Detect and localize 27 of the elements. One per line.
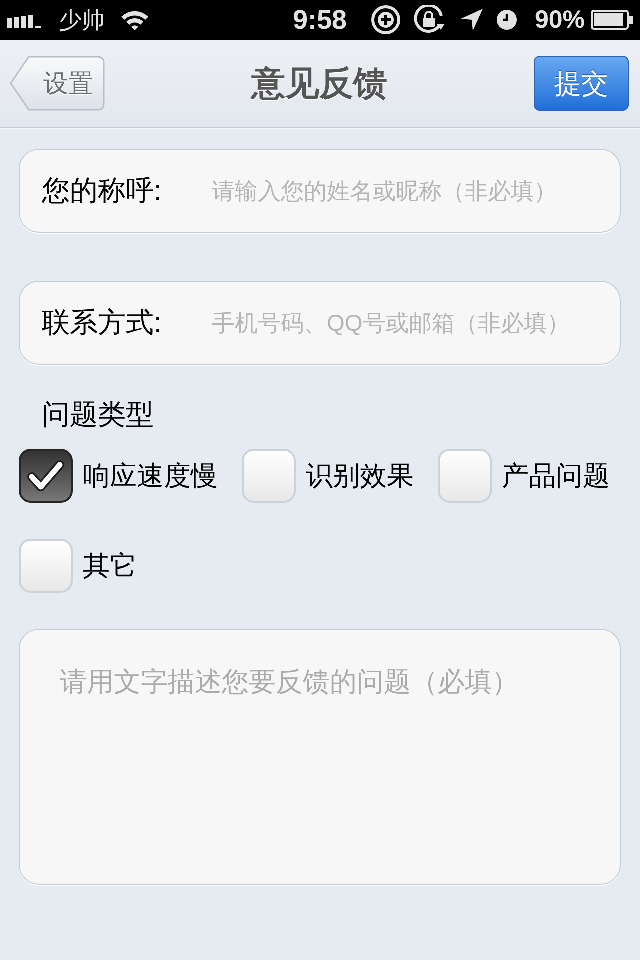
signal-icon (7, 12, 44, 28)
text-field[interactable]: 您的称呼: 请输入您的姓名或昵称（非必填） (19, 149, 621, 233)
submit-button[interactable]: 提交 (534, 56, 629, 111)
carrier-name: 少帅 (59, 6, 105, 34)
option-label: 其它 (83, 550, 137, 583)
checkbox[interactable] (19, 449, 73, 503)
option-label: 识别效果 (306, 460, 414, 493)
option-label: 响应速度慢 (83, 460, 218, 493)
text-field[interactable]: 联系方式: 手机号码、QQ号或邮箱（非必填） (19, 281, 621, 365)
text-input[interactable]: 请输入您的姓名或昵称（非必填） (212, 171, 604, 211)
field-label: 联系方式: (42, 306, 162, 340)
text-input[interactable]: 手机号码、QQ号或邮箱（非必填） (212, 303, 604, 343)
clock-icon (496, 10, 517, 30)
wifi-icon (120, 9, 150, 31)
rotation-lock-icon (414, 5, 446, 35)
description-field[interactable]: 请用文字描述您要反馈的问题（必填） (19, 629, 621, 885)
section-heading: 问题类型 (42, 398, 154, 432)
battery-percentage: 90% (534, 5, 586, 35)
back-button[interactable]: 设置 (10, 56, 105, 111)
plus-circle-icon (370, 5, 401, 35)
option-label: 产品问题 (502, 460, 610, 493)
battery-icon (591, 10, 634, 30)
checkmark-icon (27, 459, 65, 493)
status-time: 9:58 (292, 5, 348, 35)
field-label: 您的称呼: (42, 174, 162, 208)
page-title: 意见反馈 (252, 64, 388, 104)
location-arrow-icon (460, 9, 483, 31)
